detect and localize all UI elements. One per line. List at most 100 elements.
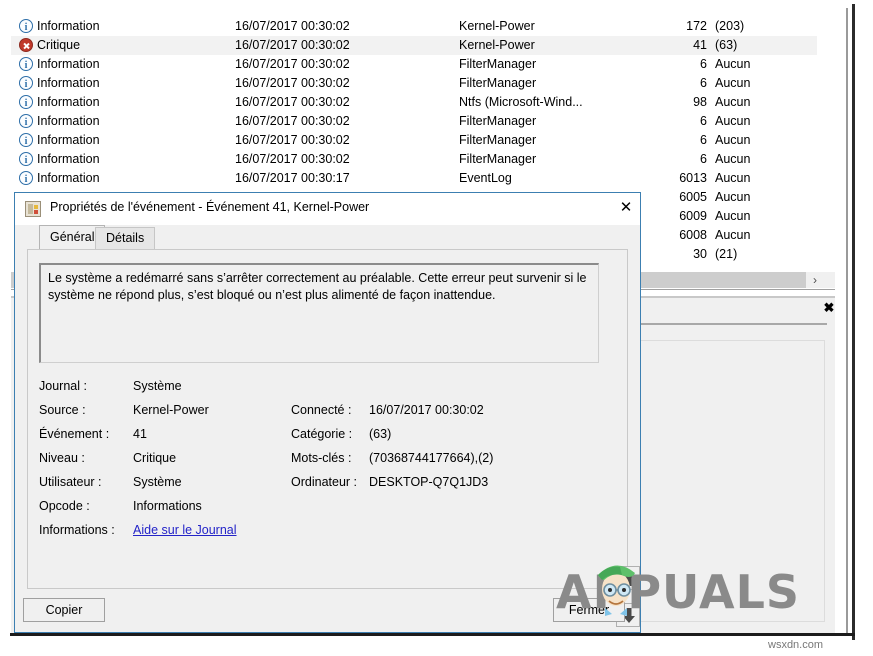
preview-close-icon[interactable]: ✖ — [819, 297, 835, 319]
field-value: Critique — [133, 451, 176, 465]
field-label: Opcode : — [39, 499, 90, 513]
cell-category: Aucun — [715, 169, 750, 188]
field-value: 41 — [133, 427, 147, 441]
cell-level: Information — [37, 74, 100, 93]
cell-datetime: 16/07/2017 00:30:02 — [235, 131, 350, 150]
screen-root: Information 16/07/2017 00:30:02 Kernel-Pow… — [0, 0, 873, 656]
row-level-icon — [19, 133, 34, 148]
cell-event-id: 6013 — [651, 169, 707, 188]
field-value: 16/07/2017 00:30:02 — [369, 403, 484, 417]
table-row[interactable]: Information16/07/2017 00:30:02FilterMana… — [11, 131, 835, 150]
information-icon — [19, 133, 33, 147]
previous-event-button[interactable] — [616, 566, 640, 590]
cell-category: Aucun — [715, 55, 750, 74]
cell-source: FilterManager — [459, 55, 536, 74]
field-value: Système — [133, 475, 182, 489]
tab-details[interactable]: Détails — [95, 227, 155, 249]
cell-datetime: 16/07/2017 00:30:02 — [235, 74, 350, 93]
cell-event-id: 41 — [651, 36, 707, 55]
close-button[interactable]: Fermer — [553, 598, 625, 622]
critical-icon — [19, 38, 33, 52]
cell-level: Information — [37, 93, 100, 112]
event-properties-dialog: Propriétés de l'événement - Événement 41… — [14, 192, 641, 633]
row-level-icon — [19, 114, 34, 129]
window-edge-bottom — [10, 633, 855, 636]
information-icon — [19, 152, 33, 166]
field-label: Niveau : — [39, 451, 85, 465]
table-row[interactable]: Information16/07/2017 00:30:02Kernel-Pow… — [11, 17, 835, 36]
window-edge-inner — [846, 8, 848, 633]
cell-level: Information — [37, 112, 100, 131]
cell-category: Aucun — [715, 207, 750, 226]
table-row[interactable]: Critique 16/07/2017 00:30:02 Kernel-Power 4… — [11, 36, 835, 55]
cell-category: Aucun — [715, 188, 750, 207]
information-icon — [19, 95, 33, 109]
row-level-icon — [19, 38, 34, 53]
field-label: Source : — [39, 403, 86, 417]
field-label: Utilisateur : — [39, 475, 102, 489]
information-icon — [19, 114, 33, 128]
cell-datetime: 16/07/2017 00:30:02 — [235, 93, 350, 112]
field-label: Journal : — [39, 379, 87, 393]
field-value: DESKTOP-Q7Q1JD3 — [369, 475, 488, 489]
field-value: (63) — [369, 427, 391, 441]
cell-event-id: 6 — [651, 74, 707, 93]
row-level-icon — [19, 95, 34, 110]
cell-level: Information — [37, 55, 100, 74]
table-row[interactable]: Information16/07/2017 00:30:02FilterMana… — [11, 112, 835, 131]
row-level-icon — [19, 152, 34, 167]
close-icon[interactable]: ✕ — [612, 193, 640, 223]
cell-event-id: 6009 — [651, 207, 707, 226]
cell-level: Critique — [37, 36, 80, 55]
cell-datetime: 16/07/2017 00:30:02 — [235, 55, 350, 74]
row-level-icon — [19, 76, 34, 91]
copy-button[interactable]: Copier — [23, 598, 105, 622]
list-vertical-scrollbar[interactable] — [817, 17, 835, 281]
field-label: Ordinateur : — [291, 475, 357, 489]
dialog-title-bar[interactable]: Propriétés de l'événement - Événement 41… — [15, 193, 640, 225]
cell-category: Aucun — [715, 74, 750, 93]
information-icon — [19, 171, 33, 185]
cell-category: Aucun — [715, 93, 750, 112]
dialog-title-text: Propriétés de l'événement - Événement 41… — [50, 200, 369, 214]
source-credit: wsxdn.com — [768, 639, 823, 651]
cell-datetime: 16/07/2017 00:30:02 — [235, 150, 350, 169]
up-arrow-icon — [621, 570, 637, 588]
cell-source: FilterManager — [459, 131, 536, 150]
cell-datetime: 16/07/2017 00:30:02 — [235, 36, 350, 55]
field-label: Événement : — [39, 427, 109, 441]
table-row[interactable]: Information 16/07/2017 00:30:02 FilterMana… — [11, 55, 835, 74]
cell-event-id: 172 — [651, 17, 707, 36]
dialog-tabstrip: Général Détails — [15, 225, 640, 249]
cell-datetime: 16/07/2017 00:30:17 — [235, 169, 350, 188]
cell-source: FilterManager — [459, 112, 536, 131]
field-value: Kernel-Power — [133, 403, 209, 417]
cell-category: (203) — [715, 17, 744, 36]
information-icon — [19, 76, 33, 90]
information-icon — [19, 19, 33, 33]
cell-event-id: 6 — [651, 55, 707, 74]
log-help-link[interactable]: Aide sur le Journal — [133, 523, 237, 537]
cell-source: Kernel-Power — [459, 36, 535, 55]
information-icon — [19, 57, 33, 71]
scroll-right-chevron-icon[interactable]: › — [806, 272, 824, 288]
table-row[interactable]: Information 16/07/2017 00:30:02 Ntfs (Micr… — [11, 93, 835, 112]
field-value: Système — [133, 379, 182, 393]
cell-event-id: 6 — [651, 112, 707, 131]
cell-category: (21) — [715, 245, 737, 264]
cell-event-id: 6008 — [651, 226, 707, 245]
cell-category: Aucun — [715, 150, 750, 169]
table-row[interactable]: Information 16/07/2017 00:30:17 EventLog 60… — [11, 169, 835, 188]
row-level-icon — [19, 57, 34, 72]
field-label: Mots-clés : — [291, 451, 351, 465]
cell-category: Aucun — [715, 226, 750, 245]
table-row[interactable]: Information16/07/2017 00:30:02FilterMana… — [11, 74, 835, 93]
cell-source: EventLog — [459, 169, 512, 188]
cell-level: Information — [37, 169, 100, 188]
cell-source: Ntfs (Microsoft-Wind... — [459, 93, 583, 112]
event-description-box: Le système a redémarré sans s’arrêter co… — [39, 263, 599, 363]
cell-category: (63) — [715, 36, 737, 55]
cell-datetime: 16/07/2017 00:30:02 — [235, 17, 350, 36]
cell-event-id: 6 — [651, 150, 707, 169]
table-row[interactable]: Information16/07/2017 00:30:02FilterMana… — [11, 150, 835, 169]
